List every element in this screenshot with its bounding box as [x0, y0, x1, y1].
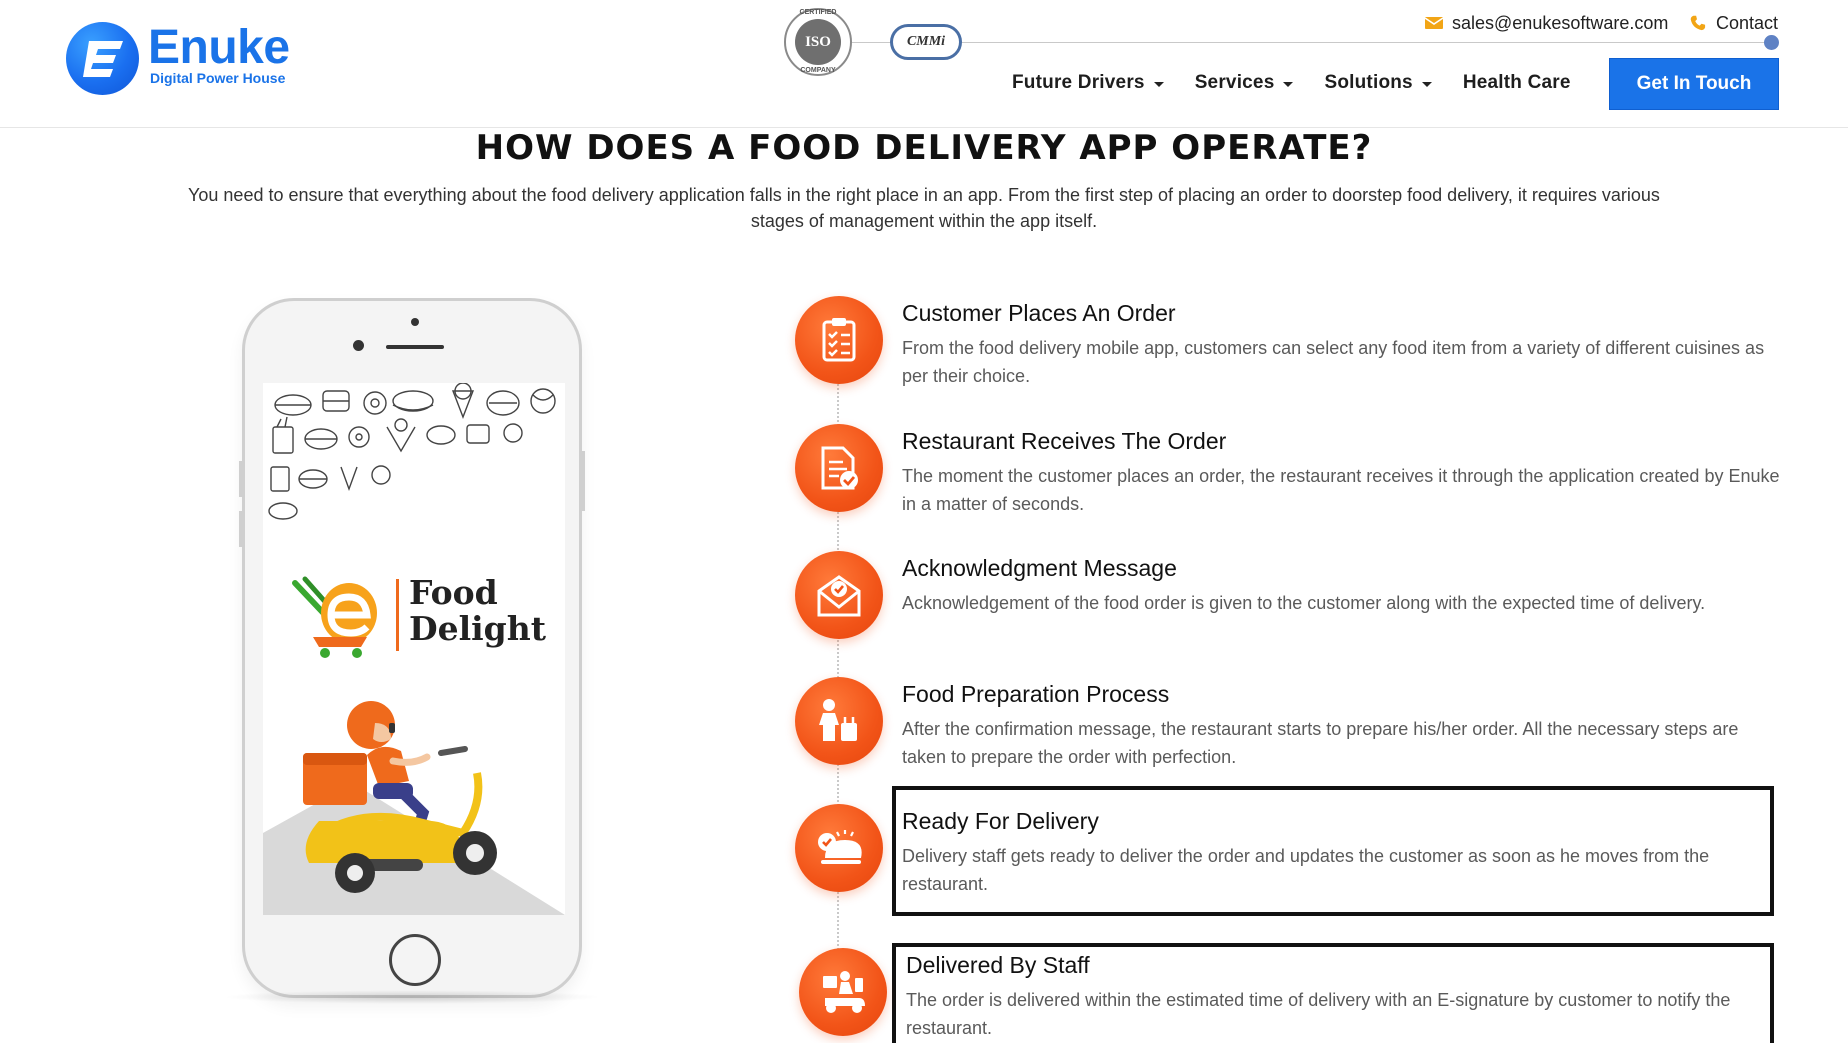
- phone-side-button: [582, 451, 585, 511]
- step-title: Acknowledgment Message: [902, 555, 1177, 581]
- nav-label: Future Drivers: [1012, 72, 1145, 93]
- step-description: The moment the customer places an order,…: [902, 466, 1780, 514]
- step-description: Delivery staff gets ready to deliver the…: [902, 846, 1710, 894]
- nav-label: Health Care: [1462, 72, 1571, 93]
- chef-icon: [795, 677, 883, 765]
- clipboard-checklist-icon: [795, 296, 883, 384]
- divider-dot-icon: [1764, 35, 1779, 50]
- nav-health-care[interactable]: Health Care: [1463, 72, 1571, 94]
- contact-text: Contact: [1716, 12, 1779, 33]
- step-title: Restaurant Receives The Order: [902, 428, 1227, 454]
- brand-name-food: Food: [409, 573, 498, 612]
- step-description: After the confirmation message, the rest…: [902, 719, 1739, 767]
- phone-camera-icon: [353, 340, 364, 351]
- section-intro: You need to ensure that everything about…: [188, 185, 1660, 231]
- cmmi-badge: CMMi: [890, 24, 962, 60]
- get-in-touch-button[interactable]: Get In Touch: [1609, 58, 1779, 110]
- header-divider-line: [852, 42, 1772, 43]
- step-description: From the food delivery mobile app, custo…: [902, 338, 1765, 386]
- step-title: Food Preparation Process: [902, 681, 1170, 707]
- food-doodle-pattern: [263, 383, 565, 533]
- envelope-icon: [1424, 17, 1444, 29]
- nav-label: Solutions: [1324, 72, 1413, 93]
- step-title: Ready For Delivery: [902, 808, 1099, 834]
- nav-solutions[interactable]: Solutions: [1324, 72, 1432, 94]
- site-header: Enuke Digital Power House CERTIFIED ISO …: [0, 0, 1848, 128]
- step-description: Acknowledgement of the food order is giv…: [902, 593, 1706, 613]
- enuke-logo-mark-icon: [66, 22, 139, 95]
- iso-ring-top: CERTIFIED: [799, 9, 837, 16]
- food-delight-mark-icon: [292, 576, 377, 658]
- phone-sensor: [411, 318, 419, 326]
- step-title: Customer Places An Order: [902, 300, 1176, 326]
- enuke-logo[interactable]: Enuke Digital Power House: [66, 20, 306, 96]
- nav-services[interactable]: Services: [1195, 72, 1294, 94]
- phone-screen: Food Delight: [263, 383, 565, 915]
- phone-illustration: Food Delight: [239, 298, 585, 998]
- caret-down-icon: [1283, 81, 1294, 87]
- iso-certified-badge: CERTIFIED ISO COMPANY: [784, 8, 852, 76]
- nav-label: Services: [1194, 72, 1275, 93]
- email-text: sales@enukesoftware.com: [1452, 12, 1669, 33]
- food-delight-logo: Food Delight: [291, 573, 551, 663]
- step-description: The order is delivered within the estima…: [906, 990, 1731, 1038]
- phone-side-button: [239, 511, 242, 547]
- brand-divider: [396, 579, 399, 651]
- main-nav: Future Drivers Services Solutions Health…: [1012, 72, 1602, 94]
- phone-shadow: [222, 990, 602, 1004]
- email-link[interactable]: sales@enukesoftware.com: [1424, 12, 1668, 34]
- phone-side-button: [239, 461, 242, 497]
- delivery-rider-illustration: [263, 701, 565, 915]
- logo-name: Enuke: [148, 21, 290, 74]
- brand-name-delight: Delight: [409, 609, 546, 648]
- delivery-scooter-icon: [799, 948, 887, 1036]
- caret-down-icon: [1421, 81, 1432, 87]
- envelope-check-icon: [795, 551, 883, 639]
- phone-icon: [1690, 15, 1706, 31]
- caret-down-icon: [1153, 81, 1164, 87]
- contact-link[interactable]: Contact: [1688, 12, 1778, 34]
- iso-ring-bottom: COMPANY: [800, 67, 836, 74]
- phone-speaker: [386, 345, 444, 349]
- food-cloche-check-icon: [795, 804, 883, 892]
- document-check-icon: [795, 424, 883, 512]
- phone-home-button: [389, 934, 441, 986]
- step-title: Delivered By Staff: [906, 952, 1090, 978]
- logo-tagline: Digital Power House: [150, 70, 286, 86]
- nav-future-drivers[interactable]: Future Drivers: [1012, 72, 1164, 94]
- iso-text: ISO: [795, 19, 841, 65]
- section-title: HOW DOES A FOOD DELIVERY APP OPERATE?: [475, 128, 1373, 168]
